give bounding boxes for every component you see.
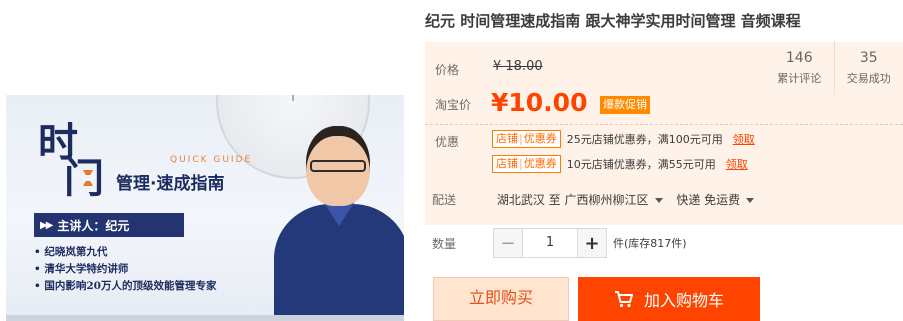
add-to-cart-button[interactable]: 加入购物车 (578, 277, 760, 321)
stock-info: 件(库存817件) (613, 237, 687, 250)
claim-coupon-link[interactable]: 领取 (726, 156, 748, 172)
quantity-input[interactable]: 1 (522, 229, 578, 257)
stats: 146 累计评论 35 交易成功 (765, 42, 903, 94)
chevron-down-icon (746, 198, 755, 203)
coupon-tag-shop: 店铺 (496, 132, 518, 145)
quantity-label: 数量 (432, 236, 457, 251)
lecturer-name: 主讲人：纪元 (57, 218, 130, 233)
bio-item: • 纪晓岚第九代 (34, 246, 108, 258)
presenter-photo (274, 120, 404, 321)
cover-char-2: 门 (64, 155, 104, 202)
sale-price: ¥10.00 (491, 88, 588, 117)
lecturer-banner: ▶▶ 主讲人：纪元 (34, 213, 184, 237)
coupon-tag-shop: 店铺 (496, 157, 518, 170)
bio-item: • 国内影响20万人的顶级效能管理专家 (34, 280, 217, 292)
stat-reviews[interactable]: 146 累计评论 (765, 42, 834, 94)
delivery-method-select[interactable]: 快递 免运费 (676, 193, 764, 207)
cover-title: 管理·速成指南 (116, 174, 225, 194)
original-price: ¥ 18.00 (493, 59, 543, 74)
quantity-stepper: − 1 + (493, 228, 607, 258)
stat-sales[interactable]: 35 交易成功 (833, 42, 903, 94)
chevron-right-icon: ▶▶ (40, 219, 53, 231)
coupon-tag-type: 优惠券 (523, 132, 557, 145)
product-title: 纪元 时间管理速成指南 跟大神学实用时间管理 音频课程 (425, 12, 801, 30)
shipping-row: 配送 湖北武汉 至 广西柳州柳江区 快递 免运费 (432, 191, 764, 208)
chevron-down-icon (654, 198, 663, 203)
coupon-tag: 店铺|优惠券 (492, 155, 561, 173)
presenter-glasses (310, 160, 366, 172)
delivery-method-value: 快递 免运费 (676, 193, 741, 207)
bio-item: • 清华大学特约讲师 (34, 263, 129, 275)
coupon-tag-type: 优惠券 (523, 157, 557, 170)
increase-button[interactable]: + (578, 229, 606, 257)
product-image[interactable]: 时 门 QUICK GUIDE 管理·速成指南 ▶▶ 主讲人：纪元 • 纪晓岚第… (6, 95, 404, 321)
sales-count: 35 (859, 50, 878, 66)
quantity-row: 数量 − 1 + 件(库存817件) (432, 228, 687, 258)
ship-from: 湖北武汉 (496, 193, 545, 207)
destination-value: 广西柳州柳江区 (564, 193, 649, 207)
ship-to-word: 至 (548, 193, 561, 207)
lecturer-bio: • 纪晓岚第九代 • 清华大学特约讲师 • 国内影响20万人的顶级效能管理专家 (34, 244, 216, 295)
coupon-desc: 10元店铺优惠券，满55元可用 (566, 158, 716, 171)
review-label: 累计评论 (777, 72, 822, 85)
destination-select[interactable]: 广西柳州柳江区 (565, 193, 673, 207)
image-bottom-strip (6, 315, 404, 321)
shipping-label: 配送 (432, 193, 457, 207)
promo-badge: 爆款促销 (600, 96, 650, 114)
coupon-row: 店铺|优惠券 10元店铺优惠券，满55元可用 领取 (492, 155, 748, 173)
review-count: 146 (785, 50, 813, 66)
sales-label: 交易成功 (846, 72, 891, 85)
decrease-button[interactable]: − (494, 229, 522, 257)
cart-icon (614, 290, 634, 308)
claim-coupon-link[interactable]: 领取 (733, 131, 755, 147)
buy-now-button[interactable]: 立即购买 (433, 277, 569, 321)
promo-price-label: 淘宝价 (435, 98, 472, 112)
coupon-tag: 店铺|优惠券 (492, 130, 561, 148)
coupon-row: 店铺|优惠券 25元店铺优惠券，满100元可用 领取 (492, 130, 755, 148)
divider (425, 124, 903, 125)
price-label: 价格 (435, 63, 460, 77)
discount-label: 优惠 (435, 135, 460, 149)
coupon-desc: 25元店铺优惠券，满100元可用 (566, 133, 723, 146)
add-to-cart-label: 加入购物车 (643, 291, 724, 310)
quick-guide-text: QUICK GUIDE (170, 155, 253, 165)
